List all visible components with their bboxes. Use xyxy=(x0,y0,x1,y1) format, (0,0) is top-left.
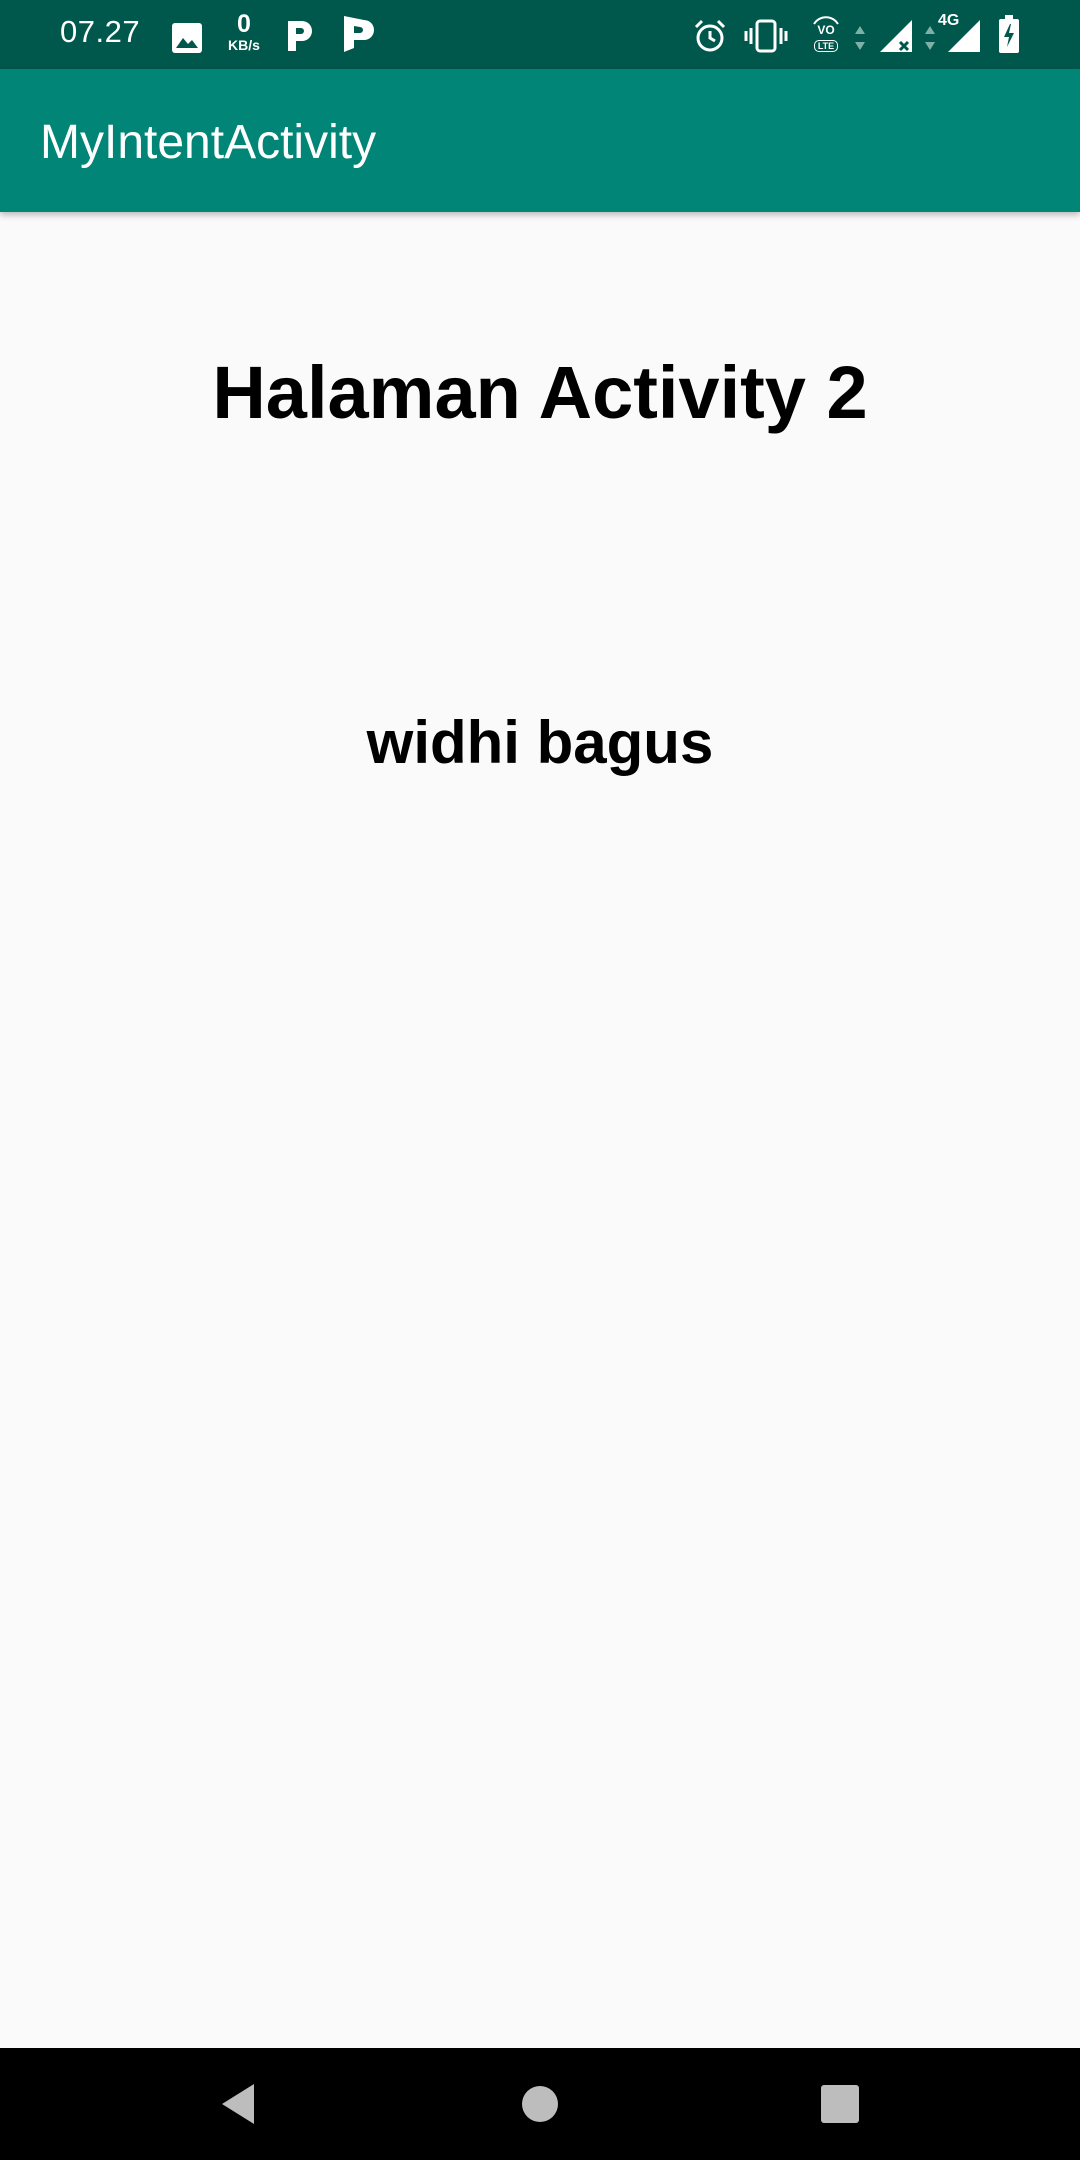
lte-label: LTE xyxy=(813,40,839,52)
parking-icon xyxy=(288,21,312,51)
recents-icon xyxy=(821,2085,859,2123)
signal-no-data-icon xyxy=(880,20,912,52)
vibrate-icon xyxy=(744,19,788,53)
home-icon xyxy=(522,2086,558,2122)
battery-charging-icon xyxy=(999,15,1019,53)
data-activity-icon xyxy=(855,26,865,50)
data-activity-icon-2 xyxy=(925,26,935,50)
parking-flag-icon xyxy=(344,16,374,52)
volte-label: VO xyxy=(817,23,835,37)
navigation-bar xyxy=(0,2048,1080,2160)
signal-icon xyxy=(948,20,980,52)
back-icon xyxy=(222,2084,254,2124)
home-button[interactable] xyxy=(465,2048,615,2160)
volte-icon: VO LTE xyxy=(806,14,846,54)
network-speed-value: 0 xyxy=(237,10,251,38)
app-bar: MyIntentActivity xyxy=(0,69,1080,212)
page-heading: Halaman Activity 2 xyxy=(212,351,868,434)
recents-button[interactable] xyxy=(765,2048,915,2160)
status-time: 07.27 xyxy=(60,14,141,49)
received-name-text: widhi bagus xyxy=(366,709,714,776)
app-title: MyIntentActivity xyxy=(40,116,377,169)
screen: 07.27 0 KB/s VO LTE 4G MyIntentActivity … xyxy=(0,0,1080,2160)
status-bar: 07.27 0 KB/s VO LTE 4G xyxy=(0,0,1080,69)
back-button[interactable] xyxy=(163,2048,313,2160)
alarm-icon xyxy=(694,19,726,52)
network-speed: 0 KB/s xyxy=(222,10,266,53)
network-speed-unit: KB/s xyxy=(228,37,260,53)
image-icon xyxy=(172,23,202,53)
